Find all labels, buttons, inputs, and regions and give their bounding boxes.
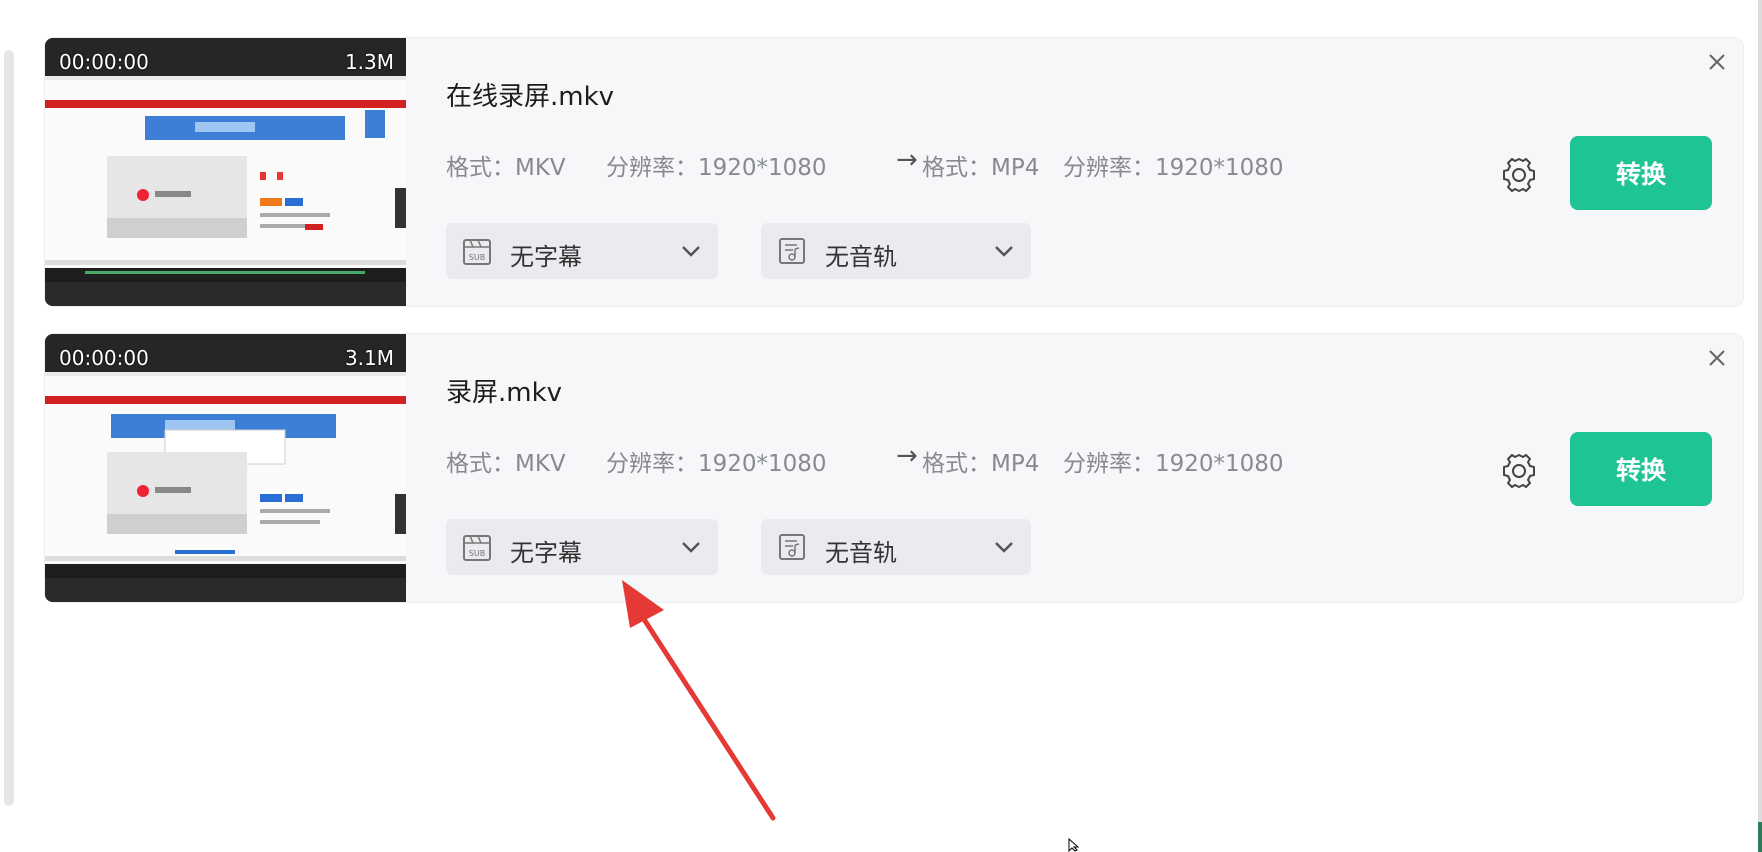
subtitle-select-value: 无字幕 (510, 539, 582, 567)
video-duration: 00:00:00 (59, 50, 149, 74)
convert-button[interactable]: 转换 (1570, 136, 1712, 210)
target-resolution: 分辨率：1920*1080 (1063, 451, 1284, 477)
audio-track-icon (779, 238, 805, 264)
subtitle-select-value: 无字幕 (510, 243, 582, 271)
chevron-down-icon (682, 542, 700, 553)
file-card: 00:00:00 3.1M 录屏.mkv 格式：MKV 分辨率：1920*108… (44, 333, 1744, 603)
arrow-right-icon: → (896, 145, 918, 175)
source-format: 格式：MKV (446, 451, 566, 477)
subtitle-icon: SUB (463, 535, 491, 561)
arrow-right-icon: → (896, 441, 918, 471)
file-card: 00:00:00 1.3M 在线录屏.mkv 格式：MKV 分辨率：1920*1… (44, 37, 1744, 307)
audio-track-select[interactable]: 无音轨 (761, 519, 1031, 575)
source-resolution: 分辨率：1920*1080 (606, 155, 827, 181)
source-resolution: 分辨率：1920*1080 (606, 451, 827, 477)
file-size: 3.1M (344, 346, 394, 370)
audio-track-select[interactable]: 无音轨 (761, 223, 1031, 279)
chevron-down-icon (682, 246, 700, 257)
close-icon[interactable] (1705, 346, 1729, 370)
video-thumbnail[interactable]: 00:00:00 3.1M (45, 334, 406, 602)
subtitle-select[interactable]: SUB 无字幕 (446, 519, 718, 575)
file-size: 1.3M (344, 50, 394, 74)
gear-icon[interactable] (1499, 155, 1539, 195)
svg-text:SUB: SUB (469, 253, 485, 262)
target-format: 格式：MP4 (922, 451, 1040, 477)
svg-text:SUB: SUB (469, 549, 485, 558)
window-edge (1758, 0, 1762, 852)
target-resolution: 分辨率：1920*1080 (1063, 155, 1284, 181)
chevron-down-icon (995, 246, 1013, 257)
subtitle-select[interactable]: SUB 无字幕 (446, 223, 718, 279)
source-format: 格式：MKV (446, 155, 566, 181)
file-name: 在线录屏.mkv (446, 82, 615, 112)
video-thumbnail[interactable]: 00:00:00 1.3M (45, 38, 406, 306)
mouse-cursor-icon (1068, 838, 1080, 852)
scrollbar[interactable] (4, 50, 14, 806)
gear-icon[interactable] (1499, 451, 1539, 491)
chevron-down-icon (995, 542, 1013, 553)
audio-track-select-value: 无音轨 (825, 243, 897, 271)
audio-track-icon (779, 534, 805, 560)
file-name: 录屏.mkv (446, 378, 563, 408)
audio-track-select-value: 无音轨 (825, 539, 897, 567)
video-duration: 00:00:00 (59, 346, 149, 370)
subtitle-icon: SUB (463, 239, 491, 265)
target-format: 格式：MP4 (922, 155, 1040, 181)
convert-button[interactable]: 转换 (1570, 432, 1712, 506)
close-icon[interactable] (1705, 50, 1729, 74)
